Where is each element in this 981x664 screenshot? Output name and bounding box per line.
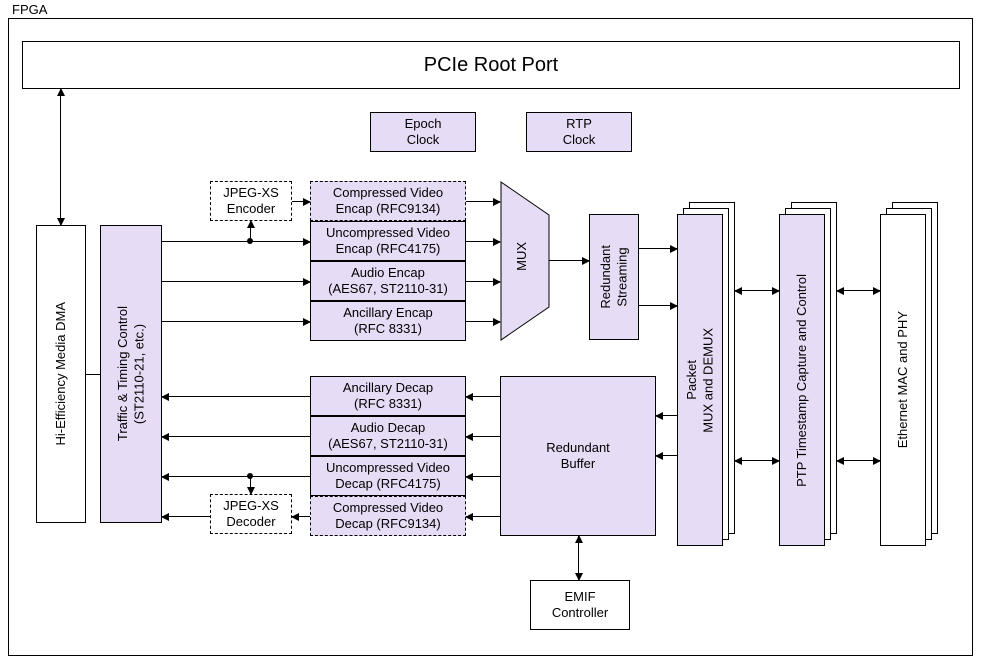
arrow-pcie-mediadma [60,89,61,225]
arrow-dma-traffic [86,374,100,375]
arrow-traffic-audio-encap [162,281,310,282]
packet-mux-demux: Packet MUX and DEMUX [677,214,723,546]
ptp-timestamp: PTP Timestamp Capture and Control [779,214,825,546]
arrow-uvidencap-mux [466,241,500,242]
packet-mux-demux-label: Packet MUX and DEMUX [684,328,717,433]
uncompressed-video-decap-label: Uncompressed Video Decap (RFC4175) [326,460,450,493]
arrow-redundant-pktmux-1 [639,248,677,249]
media-dma-label: Hi-Efficiency Media DMA [53,302,69,446]
ancillary-encap-label: Ancillary Encap (RFC 8331) [343,305,433,338]
arrow-redbuf-emif [578,536,579,580]
media-dma: Hi-Efficiency Media DMA [36,225,86,523]
ancillary-decap-label: Ancillary Decap (RFC 8331) [343,380,433,413]
uncompressed-video-encap: Uncompressed Video Encap (RFC4175) [310,221,466,261]
arrow-cvidencap-mux [466,201,500,202]
rtp-clock-label: RTP Clock [563,116,596,149]
ptp-timestamp-label: PTP Timestamp Capture and Control [794,274,810,487]
arrow-pktmux-redbuf-2 [656,455,677,456]
jpeg-xs-encoder: JPEG-XS Encoder [210,181,292,221]
arrow-cviddecap-jpegdec [292,516,310,517]
arrow-branch-jpeg-enc [250,221,251,241]
arrow-redundant-pktmux-2 [639,305,677,306]
arrow-mux-redundant [549,260,589,261]
fpga-label: FPGA [12,2,47,17]
arrow-ptp-eth-1 [837,290,880,291]
ethernet-mac-phy: Ethernet MAC and PHY [880,214,926,546]
arrow-redbuf-cviddecap [466,516,500,517]
arrow-pktmux-redbuf-1 [656,415,677,416]
arrow-ancdecap-traffic [162,396,310,397]
arrow-ptp-eth-2 [837,460,880,461]
arrow-traffic-uvid-encap [162,241,310,242]
mux-label: MUX [514,242,529,274]
uncompressed-video-decap: Uncompressed Video Decap (RFC4175) [310,456,466,496]
redundant-streaming-label: Redundant Streaming [598,245,631,309]
ethernet-label: Ethernet MAC and PHY [895,311,911,448]
traffic-timing-control: Traffic & Timing Control (ST2110-21, etc… [100,225,162,523]
jpeg-xs-decoder-label: JPEG-XS Decoder [223,498,279,531]
arrow-auddecap-traffic [162,436,310,437]
arrow-pktmux-ptp-1 [735,290,779,291]
arrow-ancencap-mux [466,321,500,322]
compressed-video-decap-label: Compressed Video Decap (RFC9134) [333,500,443,533]
arrow-uviddecap-traffic [162,476,310,477]
arrow-traffic-anc-encap [162,321,310,322]
audio-decap: Audio Decap (AES67, ST2110-31) [310,416,466,456]
arrow-pktmux-ptp-2 [735,460,779,461]
pcie-root-port: PCIe Root Port [22,41,960,89]
arrow-redbuf-ancdecap [466,396,500,397]
compressed-video-decap: Compressed Video Decap (RFC9134) [310,496,466,536]
epoch-clock-label: Epoch Clock [405,116,442,149]
pcie-label: PCIe Root Port [424,53,559,78]
emif-controller: EMIF Controller [530,580,630,630]
jpeg-xs-encoder-label: JPEG-XS Encoder [223,185,279,218]
redundant-buffer-label: Redundant Buffer [546,440,610,473]
arrow-redbuf-uviddecap [466,476,500,477]
audio-decap-label: Audio Decap (AES67, ST2110-31) [328,420,448,453]
ancillary-decap: Ancillary Decap (RFC 8331) [310,376,466,416]
rtp-clock: RTP Clock [526,112,632,152]
redundant-streaming: Redundant Streaming [589,214,639,340]
arrow-jpegenc-cvidencap [292,201,310,202]
uncompressed-video-encap-label: Uncompressed Video Encap (RFC4175) [326,225,450,258]
redundant-buffer: Redundant Buffer [500,376,656,536]
audio-encap: Audio Encap (AES67, ST2110-31) [310,261,466,301]
junction-dot-decap [247,473,253,479]
audio-encap-label: Audio Encap (AES67, ST2110-31) [328,265,448,298]
arrow-jpegdec-traffic [162,516,210,517]
compressed-video-encap: Compressed Video Encap (RFC9134) [310,181,466,221]
jpeg-xs-decoder: JPEG-XS Decoder [210,494,292,534]
diagram-canvas: FPGA PCIe Root Port Epoch Clock RTP Cloc… [0,0,981,664]
arrow-audencap-mux [466,281,500,282]
traffic-timing-label: Traffic & Timing Control (ST2110-21, etc… [115,306,148,441]
compressed-video-encap-label: Compressed Video Encap (RFC9134) [333,185,443,218]
emif-controller-label: EMIF Controller [552,589,608,622]
arrow-redbuf-auddecap [466,436,500,437]
ancillary-encap: Ancillary Encap (RFC 8331) [310,301,466,341]
epoch-clock: Epoch Clock [370,112,476,152]
